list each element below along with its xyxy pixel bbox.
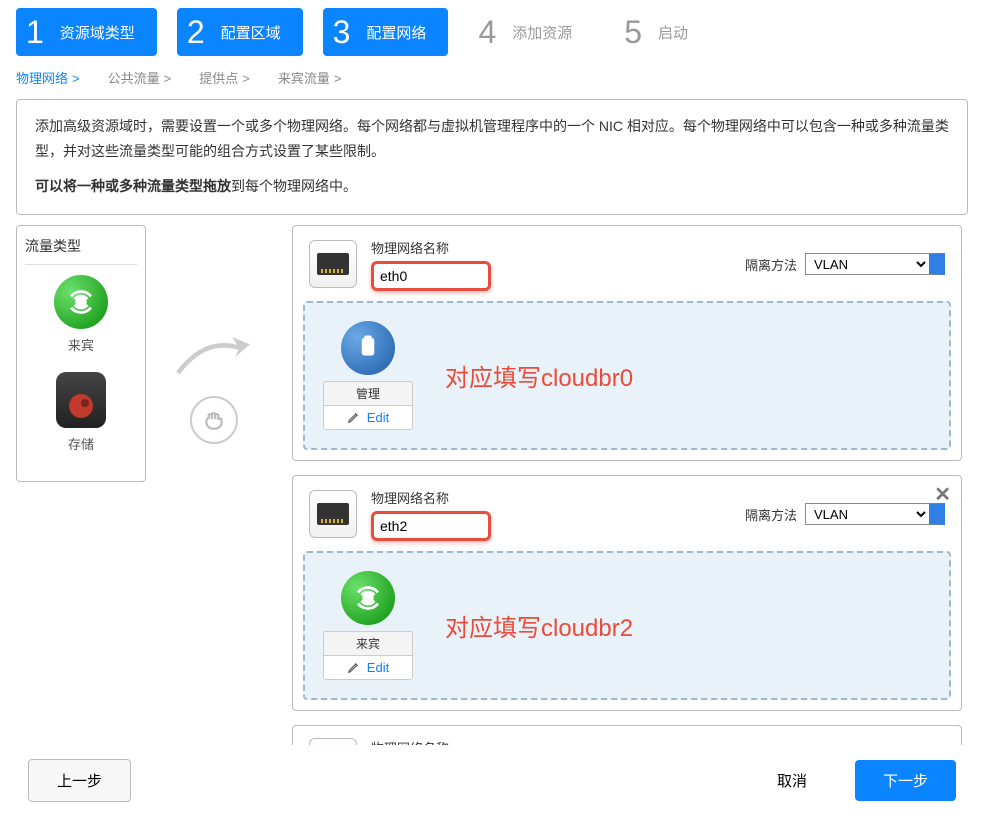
close-icon[interactable]: ✕ [934, 482, 951, 507]
sidebar: 流量类型 来宾 存储 [16, 225, 276, 482]
step-label: 配置网络 [366, 22, 426, 43]
edit-label: Edit [367, 660, 389, 675]
step-num: 3 [333, 16, 351, 48]
network-name-label: 物理网络名称 [371, 738, 631, 745]
management-traffic-icon [341, 321, 395, 375]
assigned-traffic-mgmt[interactable]: 管理 Edit [323, 321, 413, 430]
network-name-input[interactable] [371, 511, 491, 541]
subtabs: 物理网络 > 公共流量 > 提供点 > 来宾流量 > [0, 64, 984, 95]
step-2[interactable]: 2 配置区域 [177, 8, 303, 56]
step-label: 添加资源 [512, 22, 572, 43]
chevron-right-icon: > [242, 71, 250, 86]
chevron-right-icon: > [72, 71, 80, 86]
network-card-header: 物理网络名称 隔离方法 VLAN [293, 226, 961, 291]
subtab-label: 来宾流量 [278, 71, 330, 86]
traffic-title: 流量类型 [25, 236, 137, 265]
traffic-item-guest[interactable]: 来宾 [25, 275, 137, 354]
annotation-text: 对应填写cloudbr2 [445, 608, 633, 643]
wizard-steps: 1 资源域类型 2 配置区域 3 配置网络 4 添加资源 5 启动 [0, 0, 984, 64]
network-drop-zone[interactable]: 来宾 Edit 对应填写cloudbr2 [303, 551, 951, 700]
guest-traffic-icon [54, 275, 108, 329]
edit-button[interactable]: Edit [323, 656, 413, 680]
nic-icon [309, 490, 357, 538]
isolation-select[interactable]: VLAN [805, 503, 945, 525]
subtab-label: 公共流量 [108, 71, 160, 86]
step-num: 1 [26, 16, 44, 48]
edit-label: Edit [367, 410, 389, 425]
step-4[interactable]: 4 添加资源 [468, 8, 594, 56]
subtab-physical[interactable]: 物理网络 > [16, 68, 80, 87]
network-name-input[interactable] [371, 261, 491, 291]
network-name-label: 物理网络名称 [371, 488, 631, 507]
drag-hint [154, 325, 274, 444]
nic-icon [309, 738, 357, 745]
subtab-label: 物理网络 [16, 71, 68, 86]
step-label: 配置区域 [221, 22, 281, 43]
cancel-button[interactable]: 取消 [749, 760, 835, 801]
footer: 上一步 取消 下一步 [0, 745, 984, 820]
pencil-icon [347, 410, 361, 424]
network-card: 物理网络名称 隔离方法 VLAN [292, 725, 962, 745]
drag-arrow-icon [169, 325, 259, 385]
annotation-text: 对应填写cloudbr0 [445, 358, 633, 393]
step-num: 5 [624, 16, 642, 48]
subtab-pod[interactable]: 提供点 > [199, 68, 250, 87]
subtab-guest[interactable]: 来宾流量 > [278, 68, 342, 87]
description-tail: 到每个物理网络中。 [231, 178, 357, 194]
network-card: ✕ 物理网络名称 隔离方法 VLAN [292, 475, 962, 711]
network-name-label: 物理网络名称 [371, 238, 631, 257]
pencil-icon [347, 660, 361, 674]
assigned-label: 管理 [323, 381, 413, 406]
chevron-right-icon: > [334, 71, 342, 86]
traffic-item-storage[interactable]: 存储 [25, 372, 137, 453]
storage-traffic-icon [56, 372, 106, 428]
chevron-right-icon: > [164, 71, 172, 86]
grab-cursor-icon [190, 396, 238, 444]
description-bold: 可以将一种或多种流量类型拖放 [35, 178, 231, 194]
step-num: 2 [187, 16, 205, 48]
guest-traffic-icon [341, 571, 395, 625]
subtab-label: 提供点 [199, 71, 238, 86]
network-drop-zone[interactable]: 管理 Edit 对应填写cloudbr0 [303, 301, 951, 450]
assigned-traffic-guest[interactable]: 来宾 Edit [323, 571, 413, 680]
next-button[interactable]: 下一步 [855, 760, 956, 801]
main-layout: 流量类型 来宾 存储 [16, 225, 968, 745]
description-text-2: 可以将一种或多种流量类型拖放到每个物理网络中。 [35, 174, 949, 199]
network-card-header: 物理网络名称 隔离方法 VLAN [293, 476, 961, 541]
step-1[interactable]: 1 资源域类型 [16, 8, 157, 56]
isolation-label: 隔离方法 [745, 255, 797, 274]
traffic-label: 来宾 [25, 335, 137, 354]
network-card-header: 物理网络名称 隔离方法 VLAN [293, 726, 961, 745]
step-3[interactable]: 3 配置网络 [323, 8, 449, 56]
step-num: 4 [478, 16, 496, 48]
step-5[interactable]: 5 启动 [614, 8, 710, 56]
nic-icon [309, 240, 357, 288]
network-card: 物理网络名称 隔离方法 VLAN 管理 [292, 225, 962, 461]
description-panel: 添加高级资源域时，需要设置一个或多个物理网络。每个网络都与虚拟机管理程序中的一个… [16, 99, 968, 215]
subtab-public[interactable]: 公共流量 > [108, 68, 172, 87]
description-text-1: 添加高级资源域时，需要设置一个或多个物理网络。每个网络都与虚拟机管理程序中的一个… [35, 114, 949, 164]
traffic-type-panel: 流量类型 来宾 存储 [16, 225, 146, 482]
network-list[interactable]: 物理网络名称 隔离方法 VLAN 管理 [292, 225, 968, 745]
traffic-label: 存储 [25, 434, 137, 453]
step-label: 启动 [658, 22, 688, 43]
isolation-label: 隔离方法 [745, 505, 797, 524]
isolation-select[interactable]: VLAN [805, 253, 945, 275]
edit-button[interactable]: Edit [323, 406, 413, 430]
step-label: 资源域类型 [60, 22, 135, 43]
prev-button[interactable]: 上一步 [28, 759, 131, 802]
assigned-label: 来宾 [323, 631, 413, 656]
